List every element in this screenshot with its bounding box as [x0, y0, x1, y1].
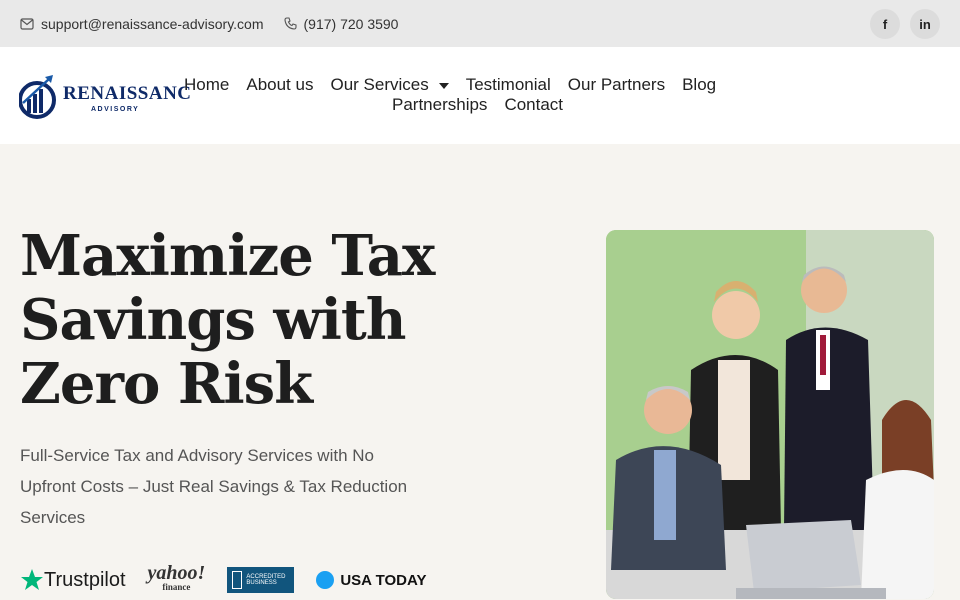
- nav-blog[interactable]: Blog: [682, 75, 716, 95]
- team-meeting-illustration: [606, 230, 934, 599]
- email-text: support@renaissance-advisory.com: [41, 15, 264, 32]
- chevron-down-icon: [438, 82, 449, 89]
- linkedin-icon[interactable]: in: [910, 9, 940, 39]
- facebook-icon[interactable]: f: [870, 9, 900, 39]
- nav-services-label: Our Services: [330, 75, 429, 94]
- brand-tagline: ADVISORY: [91, 106, 140, 113]
- mail-icon: [20, 17, 34, 30]
- yahoo-finance-logo: yahoo! finance: [148, 563, 206, 594]
- top-bar: support@renaissance-advisory.com (917) 7…: [0, 0, 960, 47]
- bbb-seal-icon: [232, 571, 243, 589]
- hero-title-line: Savings with: [20, 287, 407, 353]
- nav-partners[interactable]: Our Partners: [568, 75, 665, 95]
- nav-services[interactable]: Our Services: [330, 75, 449, 95]
- nav-about[interactable]: About us: [246, 75, 313, 95]
- nav-partnerships[interactable]: Partnerships: [392, 95, 487, 115]
- star-icon: [21, 569, 43, 590]
- usa-today-logo: USA TODAY: [316, 571, 426, 589]
- bbb-badge: ACCREDITED BUSINESS: [227, 567, 295, 593]
- nav-row-2: Partnerships Contact: [392, 95, 580, 115]
- hero-title-line: Zero Risk: [20, 351, 313, 417]
- usa-today-dot-icon: [316, 571, 335, 589]
- phone-link[interactable]: (917) 720 3590: [283, 15, 399, 32]
- bbb-label: ACCREDITED BUSINESS: [246, 574, 286, 586]
- trustpilot-label: Trustpilot: [44, 568, 126, 591]
- nav-contact[interactable]: Contact: [504, 95, 563, 115]
- usa-today-label: USA TODAY: [340, 571, 427, 589]
- press-badges: Trustpilot yahoo! finance ACCREDITED BUS…: [20, 563, 426, 594]
- hero-subtitle: Full-Service Tax and Advisory Services w…: [20, 446, 408, 527]
- main-navigation: RENAISSANC ADVISORY Home About us Our Serv…: [0, 47, 960, 144]
- phone-text: (917) 720 3590: [303, 15, 399, 32]
- hero-title-line: Maximize Tax: [20, 223, 435, 289]
- logo[interactable]: RENAISSANC ADVISORY: [19, 73, 191, 119]
- nav-menu: Home About us Our Services Testimonial Our P…: [184, 75, 784, 114]
- hero-team-photo: [606, 230, 934, 599]
- phone-icon: [283, 17, 297, 30]
- nav-testimonial[interactable]: Testimonial: [466, 75, 551, 95]
- email-link[interactable]: support@renaissance-advisory.com: [20, 16, 264, 32]
- hero-title: Maximize Tax Savings with Zero Risk: [20, 224, 520, 416]
- brand-name: RENAISSANC: [63, 83, 192, 104]
- nav-home[interactable]: Home: [184, 75, 229, 95]
- trustpilot-badge: Trustpilot: [20, 568, 126, 592]
- logo-emblem-icon: [19, 75, 56, 119]
